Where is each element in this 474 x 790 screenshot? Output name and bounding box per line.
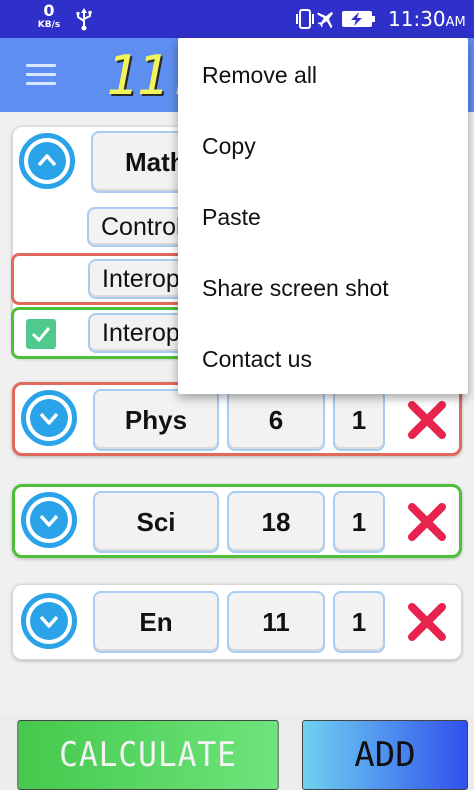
network-speed-value: 0 [43, 1, 55, 20]
coefficient-field[interactable]: 1 [333, 389, 385, 451]
menu-item-share-screenshot[interactable]: Share screen shot [178, 253, 468, 324]
bottom-bar: CALCULATE ADD [0, 716, 474, 790]
check-icon [31, 327, 51, 343]
calculate-button[interactable]: CALCULATE [17, 720, 279, 790]
status-bar: 0 KB/s 11:30AM [0, 0, 474, 38]
menu-item-contact-us[interactable]: Contact us [178, 324, 468, 395]
network-speed: 0 KB/s [34, 3, 64, 31]
chevron-down-icon [40, 615, 58, 628]
grade-field[interactable]: 11 [227, 591, 325, 653]
subject-name-field[interactable]: Phys [93, 389, 219, 451]
chevron-up-icon [38, 154, 56, 167]
delete-icon[interactable] [407, 400, 447, 440]
expand-button[interactable] [21, 390, 77, 446]
menu-item-paste[interactable]: Paste [178, 182, 468, 253]
subject-name-field[interactable]: Sci [93, 491, 219, 553]
subject-card-sci: Sci 18 1 [12, 484, 462, 558]
collapse-button[interactable] [19, 133, 75, 189]
expand-button[interactable] [21, 492, 77, 548]
vibrate-icon [296, 9, 314, 29]
clock-ampm: AM [445, 15, 466, 30]
expand-button[interactable] [21, 593, 77, 649]
network-speed-unit: KB/s [37, 20, 61, 30]
coefficient-field[interactable]: 1 [333, 491, 385, 553]
delete-icon[interactable] [407, 602, 447, 642]
overflow-menu: Remove all Copy Paste Share screen shot … [178, 38, 468, 394]
clock-time: 11:30 [388, 7, 446, 31]
add-button[interactable]: ADD [302, 720, 468, 790]
hamburger-icon[interactable] [26, 64, 56, 86]
coefficient-field[interactable]: 1 [333, 591, 385, 653]
clock: 11:30AM [388, 8, 466, 34]
menu-item-remove-all[interactable]: Remove all [178, 40, 468, 111]
menu-item-copy[interactable]: Copy [178, 111, 468, 182]
airplane-icon [316, 11, 334, 29]
battery-charging-icon [342, 11, 375, 27]
grade-field[interactable]: 6 [227, 389, 325, 451]
subject-name-field[interactable]: En [93, 591, 219, 653]
delete-icon[interactable] [407, 502, 447, 542]
chevron-down-icon [40, 412, 58, 425]
usb-icon [76, 8, 92, 31]
subject-card-en: En 11 1 [12, 584, 462, 660]
status-icons [296, 9, 375, 29]
sub-item-checkbox[interactable] [26, 319, 56, 349]
grade-field[interactable]: 18 [227, 491, 325, 553]
chevron-down-icon [40, 514, 58, 527]
